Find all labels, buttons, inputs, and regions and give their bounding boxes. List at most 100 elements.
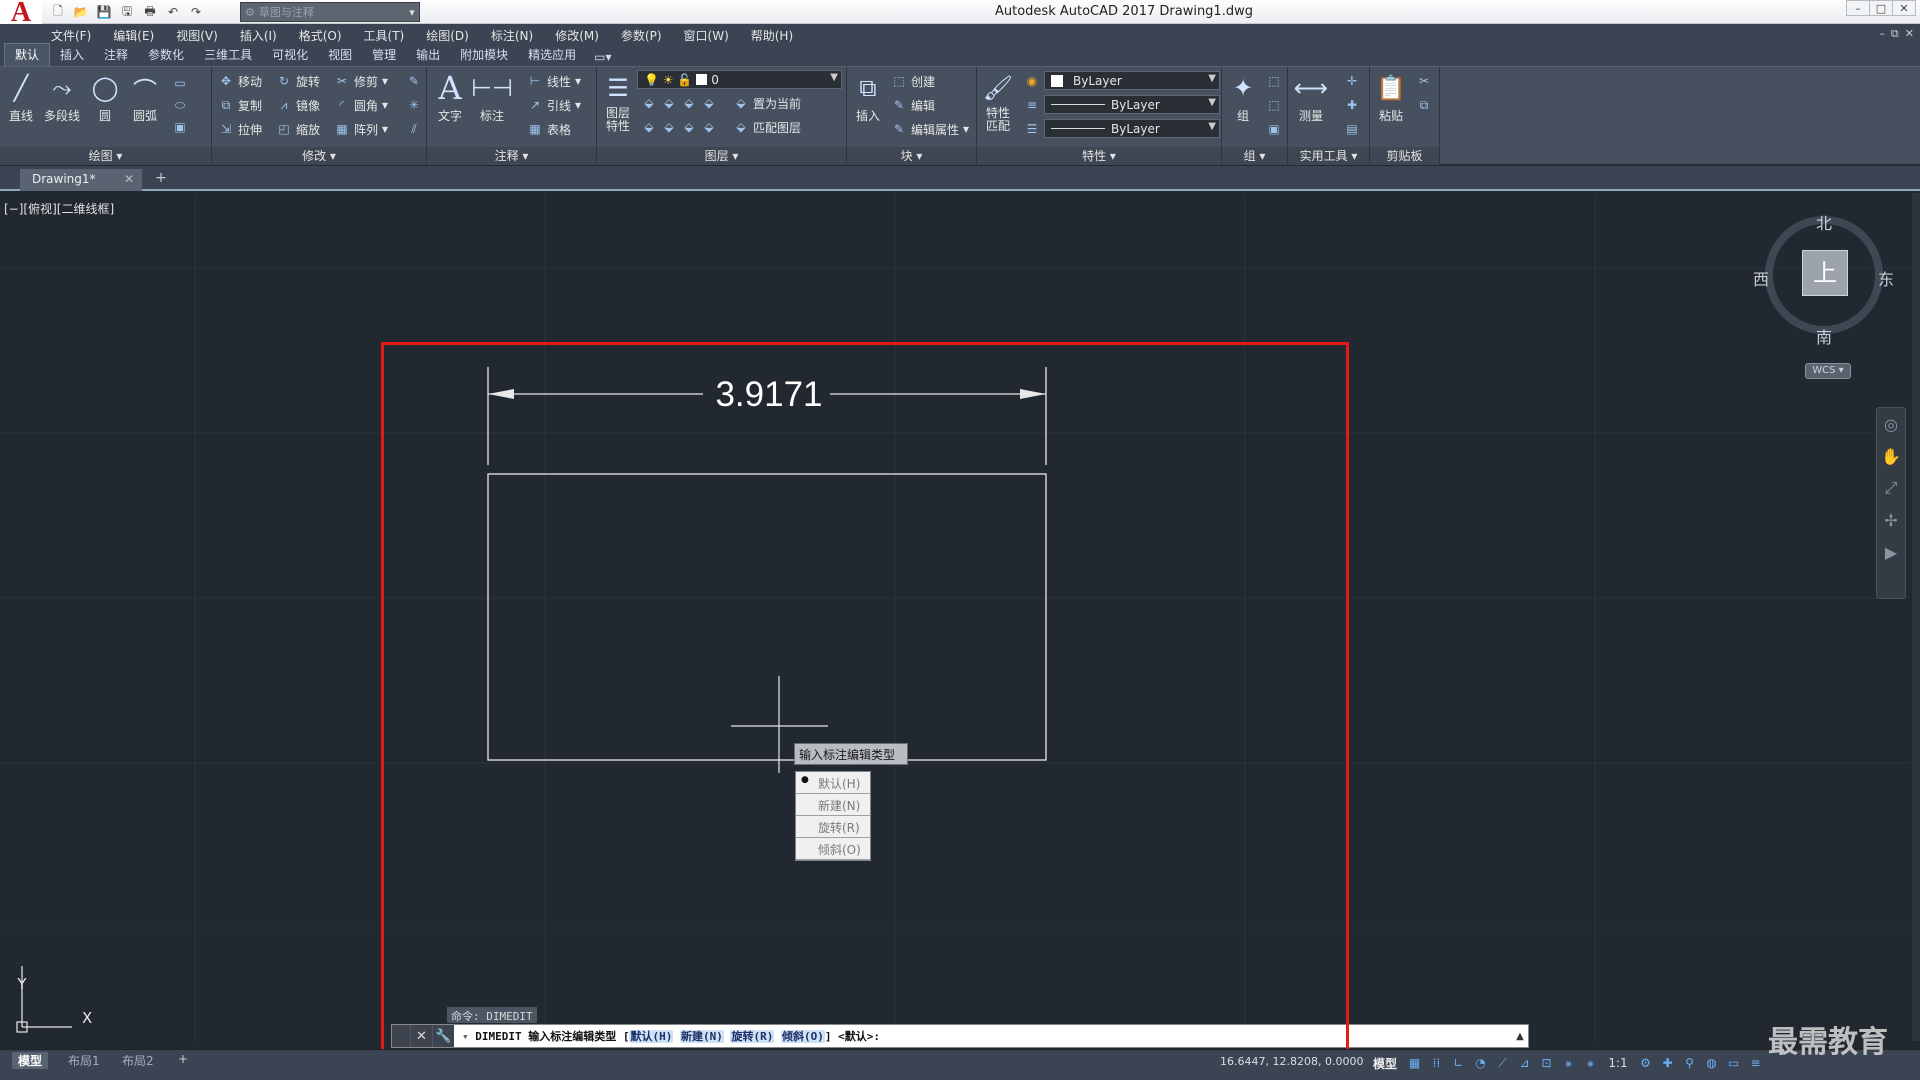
create-block-button[interactable]: ⬚ 创建 <box>891 71 935 91</box>
table-button[interactable]: ▦ 表格 <box>527 119 571 139</box>
annotation-scale-label[interactable]: 1:1 <box>1603 1054 1633 1072</box>
offset-button[interactable]: ⫽ <box>406 119 422 139</box>
panel-properties-title[interactable]: 特性 ▾ <box>977 147 1221 165</box>
annotation-monitor-icon[interactable]: ✚ <box>1658 1054 1677 1072</box>
panel-clipboard-title[interactable]: 剪贴板 <box>1370 147 1439 165</box>
autocad-logo-button[interactable]: A <box>0 0 42 27</box>
menu-modify[interactable]: 修改(M) <box>544 27 610 44</box>
scale-button[interactable]: ◰ 缩放 <box>276 119 320 139</box>
ortho-icon[interactable]: ∟ <box>1449 1054 1468 1072</box>
orbit-icon[interactable]: ✢ <box>1877 504 1905 536</box>
leader-button[interactable]: ↗ 引线 ▾ <box>527 95 581 115</box>
maximize-button[interactable]: □ <box>1869 0 1893 16</box>
ribbon-minimize-icon[interactable]: ▭▾ <box>586 48 619 66</box>
measure-button[interactable]: ⟷ 测量 <box>1294 71 1328 124</box>
polyline-button[interactable]: ⤳ 多段线 <box>44 71 80 124</box>
minimize-button[interactable]: – <box>1846 0 1870 16</box>
layer-tools-row1[interactable]: ⬙ ⬙ ⬙ ⬙ <box>641 93 717 113</box>
line-button[interactable]: ╱ 直线 <box>4 71 38 124</box>
calculator-button[interactable]: ▤ <box>1344 119 1360 139</box>
close-button[interactable]: ✕ <box>1892 0 1916 16</box>
tab-output[interactable]: 输出 <box>406 44 450 66</box>
fillet-button[interactable]: ◜ 圆角 ▾ <box>334 95 388 115</box>
group-button[interactable]: ✦ 组 <box>1226 71 1260 124</box>
open-icon[interactable]: 📂 <box>71 3 91 21</box>
tab-drawing1[interactable]: Drawing1* ✕ <box>20 169 142 191</box>
rotate-button[interactable]: ↻ 旋转 <box>276 71 320 91</box>
showmotion-icon[interactable]: ▶ <box>1877 536 1905 568</box>
add-layout-button[interactable]: + <box>172 1052 194 1069</box>
stretch-button[interactable]: ⇲ 拉伸 <box>218 119 262 139</box>
tab-annotate[interactable]: 注释 <box>94 44 138 66</box>
tab-visualize[interactable]: 可视化 <box>262 44 318 66</box>
menu-format[interactable]: 格式(O) <box>288 27 353 44</box>
new-icon[interactable]: 🗋 <box>48 3 68 21</box>
panel-annotation-title[interactable]: 注释 ▾ <box>427 147 596 165</box>
array-button[interactable]: ▦ 阵列 ▾ <box>334 119 388 139</box>
panel-modify-title[interactable]: 修改 ▾ <box>212 147 426 165</box>
pan-icon[interactable]: ✋ <box>1877 440 1905 472</box>
panel-block-title[interactable]: 块 ▾ <box>847 147 976 165</box>
compass-west[interactable]: 西 <box>1753 266 1769 290</box>
mirror-button[interactable]: ⩘ 镜像 <box>276 95 320 115</box>
match-properties-button[interactable]: 🖌 特性 匹配 <box>981 71 1015 133</box>
edit-block-button[interactable]: ✎ 编辑 <box>891 95 935 115</box>
tab-layout2[interactable]: 布局2 <box>116 1052 160 1069</box>
customization-icon[interactable]: ≡ <box>1746 1054 1765 1072</box>
osnap-icon[interactable]: ⊡ <box>1537 1054 1556 1072</box>
erase-button[interactable]: ✎ <box>406 71 422 91</box>
tab-3d-tools[interactable]: 三维工具 <box>194 44 262 66</box>
panel-groups-title[interactable]: 组 ▾ <box>1222 147 1287 165</box>
tab-featured-apps[interactable]: 精选应用 <box>518 44 586 66</box>
isodraft-icon[interactable]: ⟋ <box>1493 1054 1512 1072</box>
trim-button[interactable]: ✂ 修剪 ▾ <box>334 71 388 91</box>
model-space-toggle[interactable]: 模型 <box>1373 1055 1397 1072</box>
lineweight-button[interactable]: ☰ <box>1024 119 1040 139</box>
polar-icon[interactable]: ◔ <box>1471 1054 1490 1072</box>
annotation-visibility-icon[interactable]: ⚹ <box>1559 1054 1578 1072</box>
workspace-switch-icon[interactable]: ⚙ <box>1636 1054 1655 1072</box>
workspace-selector[interactable]: ⚙ 草图与注释 ▾ <box>240 2 420 22</box>
menu-file[interactable]: 文件(F) <box>40 27 102 44</box>
tab-insert[interactable]: 插入 <box>50 44 94 66</box>
dimension-button[interactable]: ⊢⊣ 标注 <box>471 71 513 124</box>
viewport-controls-label[interactable]: [−][俯视][二维线框] <box>4 200 114 217</box>
print-icon[interactable]: 🖶 <box>140 3 160 21</box>
redo-icon[interactable]: ↷ <box>186 3 206 21</box>
wcs-menu-button[interactable]: WCS ▾ <box>1805 363 1851 379</box>
zoom-extents-icon[interactable]: ⤢ <box>1877 472 1905 504</box>
undo-icon[interactable]: ↶ <box>163 3 183 21</box>
tab-manage[interactable]: 管理 <box>362 44 406 66</box>
move-button[interactable]: ✥ 移动 <box>218 71 262 91</box>
panel-draw-title[interactable]: 绘图 ▾ <box>0 147 211 165</box>
menu-tools[interactable]: 工具(T) <box>353 27 416 44</box>
doc-minimize-button[interactable]: – <box>1879 27 1885 41</box>
compass-south[interactable]: 南 <box>1816 324 1832 348</box>
tab-addins[interactable]: 附加模块 <box>450 44 518 66</box>
coordinates-readout[interactable]: 16.6447, 12.8208, 0.0000 <box>1220 1055 1363 1068</box>
id-point-button[interactable]: ✛ <box>1344 71 1360 91</box>
lineweight-dropdown[interactable]: ByLayer ▼ <box>1044 119 1220 138</box>
hatch-button[interactable]: ⬭ <box>172 95 188 115</box>
menu-window[interactable]: 窗口(W) <box>673 27 740 44</box>
match-layer-button[interactable]: ⬙ 匹配图层 <box>733 117 801 137</box>
menu-edit[interactable]: 编辑(E) <box>102 27 165 44</box>
grid-icon[interactable]: ▦ <box>1405 1054 1424 1072</box>
copy-clip-button[interactable]: ⧉ <box>1416 95 1432 115</box>
save-icon[interactable]: 💾 <box>94 3 114 21</box>
menu-view[interactable]: 视图(V) <box>165 27 229 44</box>
copy-button[interactable]: ⧉ 复制 <box>218 95 262 115</box>
color-dropdown[interactable]: ByLayer ▼ <box>1044 71 1220 90</box>
region-button[interactable]: ▣ <box>172 117 188 137</box>
close-icon[interactable]: ✕ <box>124 172 134 186</box>
new-tab-button[interactable]: + <box>150 170 172 188</box>
paste-button[interactable]: 📋 粘贴 <box>1374 71 1408 124</box>
osnap-tracking-icon[interactable]: ⊿ <box>1515 1054 1534 1072</box>
clean-screen-icon[interactable]: ▭ <box>1724 1054 1743 1072</box>
point-button[interactable]: ✚ <box>1344 95 1360 115</box>
compass-east[interactable]: 东 <box>1878 266 1894 290</box>
group-edit-button[interactable]: ⬚ <box>1266 95 1282 115</box>
insert-block-button[interactable]: ⧉ 插入 <box>851 71 885 124</box>
layer-dropdown[interactable]: 💡 ☀ 🔓 0 ▼ <box>637 70 842 89</box>
menu-help[interactable]: 帮助(H) <box>740 27 804 44</box>
